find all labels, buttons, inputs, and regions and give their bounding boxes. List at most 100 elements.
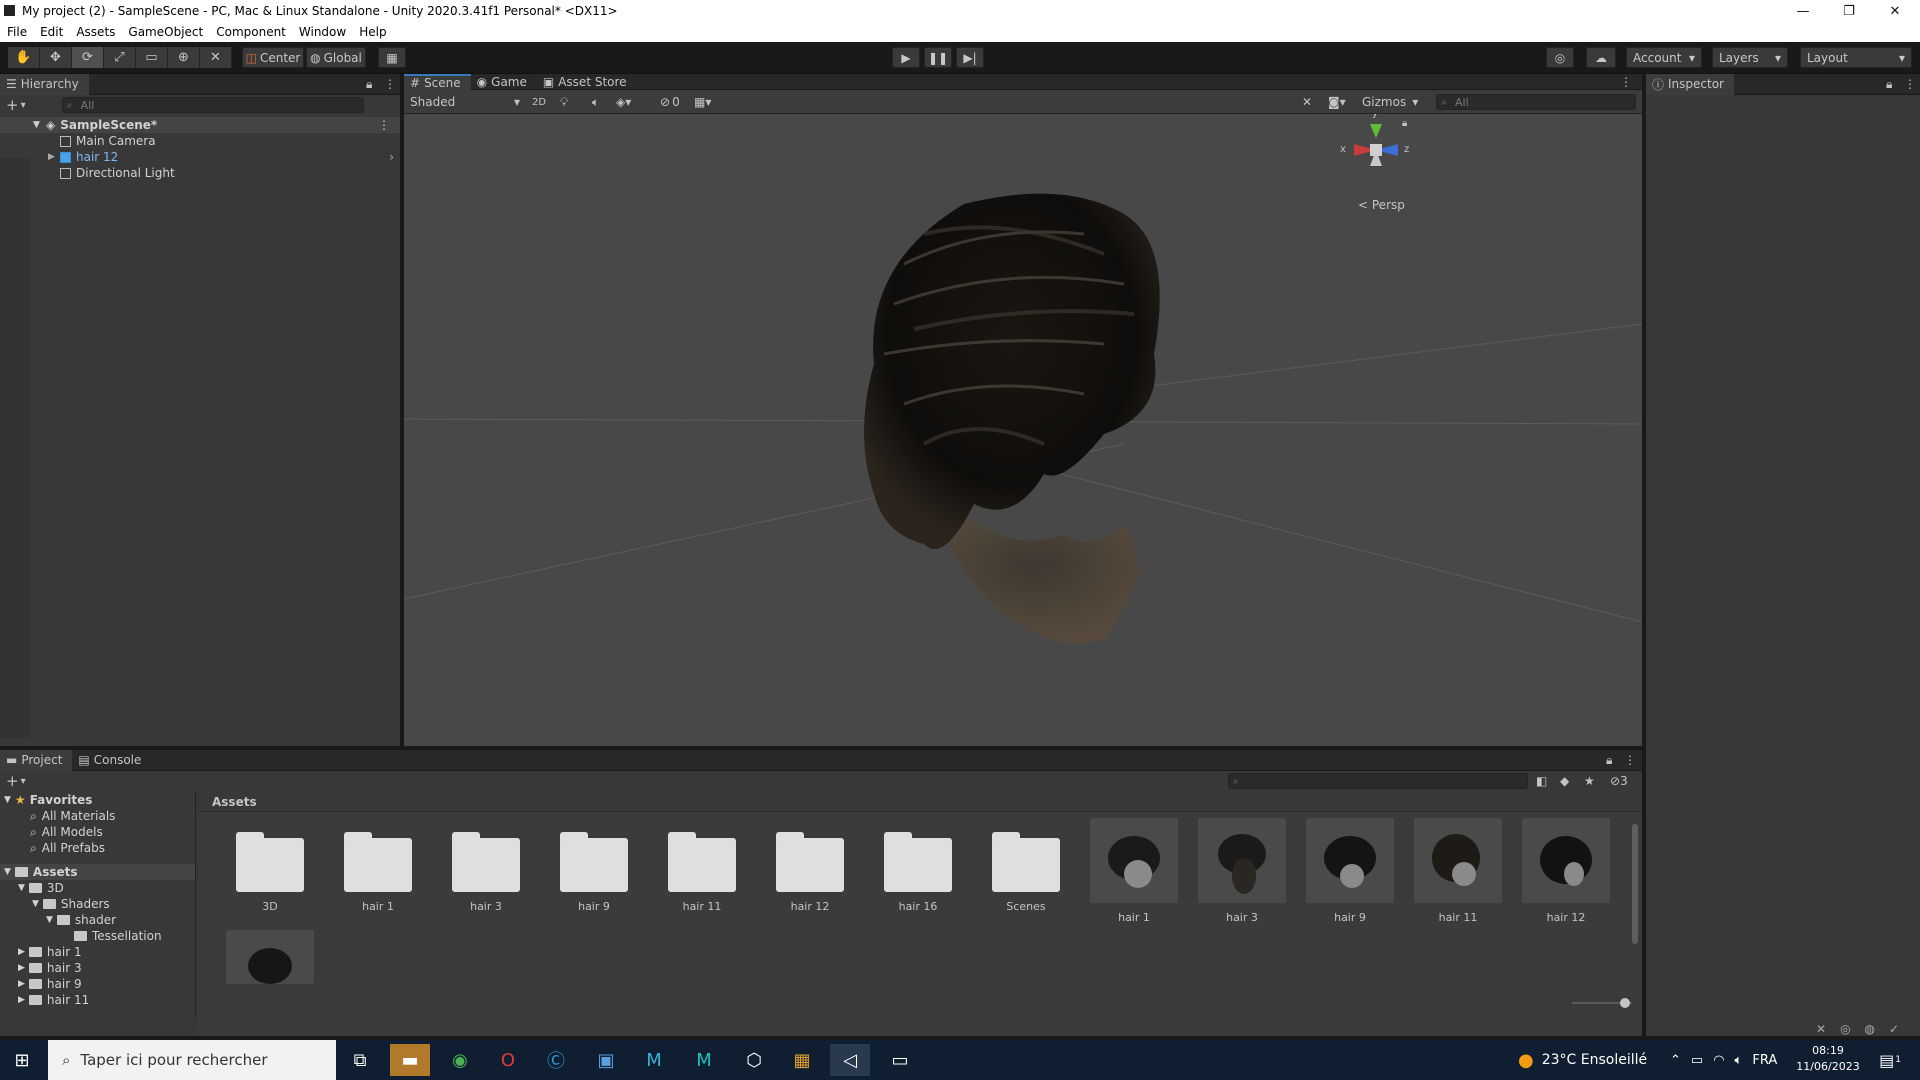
panel-menu-icon[interactable]: ⋮ [1904,77,1916,91]
panel-menu-icon[interactable]: ⋮ [1620,75,1632,89]
scale-tool-icon[interactable]: ⤢ [104,47,136,68]
menu-help[interactable]: Help [359,25,386,39]
layout-dropdown[interactable]: Layout ▾ [1800,47,1912,68]
asset-model[interactable]: hair 12 [1521,818,1611,924]
check-icon[interactable]: ✓ [1889,1022,1899,1036]
create-dropdown-icon[interactable]: ▾ [21,776,26,787]
lock-icon[interactable]: 🔒︎ [1606,753,1612,768]
expand-arrow-icon[interactable]: ▼ [33,120,40,130]
persp-label[interactable]: < Persp [1358,198,1405,212]
play-button[interactable]: ▶ [892,47,920,68]
app-window-icon[interactable]: ▭ [880,1044,920,1076]
gizmos-dropdown[interactable]: Gizmos ▾ [1362,93,1418,111]
asset-model[interactable] [225,930,315,984]
tab-inspector[interactable]: ⓘ Inspector [1646,73,1734,95]
asset-folder[interactable]: hair 16 [873,818,963,924]
zoom-slider-handle[interactable] [1620,998,1630,1008]
tree-folder-tessellation[interactable]: Tessellation [0,928,195,944]
unity-hub-icon[interactable]: ⬡ [734,1044,774,1076]
maximize-button[interactable]: ❐ [1826,0,1872,22]
favorite-item[interactable]: ⌕ All Prefabs [0,840,195,856]
tab-project[interactable]: ▬ Project [0,749,73,771]
project-search-input[interactable]: ⌕ [1228,773,1528,789]
lock-icon[interactable]: 🔒︎ [366,77,372,92]
asset-model[interactable]: hair 9 [1305,818,1395,924]
transform-tool-icon[interactable]: ⊕ [168,47,200,68]
expand-arrow-icon[interactable]: ▼ [4,867,11,877]
expand-arrow-icon[interactable]: ▼ [18,883,25,893]
step-button[interactable]: ▶| [956,47,984,68]
menu-assets[interactable]: Assets [76,25,115,39]
bug-icon[interactable]: ✕ [1816,1022,1826,1036]
hierarchy-search-input[interactable]: ⌕ All [61,97,364,113]
tab-console[interactable]: ▤ Console [72,750,151,771]
weather-widget[interactable]: ● 23°C Ensoleillé [1518,1040,1647,1080]
store-icon[interactable]: ▣ [586,1044,626,1076]
shading-mode-dropdown[interactable]: Shaded ▾ [406,93,524,111]
tools-icon[interactable]: ✕ [1302,93,1312,111]
tab-asset-store[interactable]: ▣ Asset Store [537,74,637,90]
tab-game[interactable]: ◉ Game [471,74,537,90]
expand-arrow-icon[interactable]: ▶ [18,947,25,957]
asset-folder[interactable]: 3D [225,818,315,924]
cyberlink-icon[interactable]: Ⓒ [536,1044,576,1076]
volume-icon[interactable]: 🔈︎ [1735,1053,1743,1068]
asset-model[interactable]: hair 11 [1413,818,1503,924]
create-plus-icon[interactable]: + [6,96,19,114]
expand-arrow-icon[interactable]: ▶ [48,152,55,162]
scene-search-input[interactable]: ⌕ All [1436,94,1636,110]
asset-model[interactable]: hair 3 [1197,818,1287,924]
hierarchy-item-main-camera[interactable]: Main Camera [0,133,400,149]
tree-folder-shader[interactable]: ▼ shader [0,912,195,928]
move-tool-icon[interactable]: ✥ [40,47,72,68]
breadcrumb-assets[interactable]: Assets [212,795,257,809]
menu-file[interactable]: File [7,25,27,39]
expand-arrow-icon[interactable]: ▶ [18,979,25,989]
taskbar-search-input[interactable]: ⌕ Taper ici pour rechercher [48,1040,336,1080]
task-view-icon[interactable]: ⧉ [340,1044,380,1076]
hierarchy-item-hair-12[interactable]: ▶ hair 12 › [0,149,400,165]
create-plus-icon[interactable]: + [6,772,19,790]
panel-menu-icon[interactable]: ⋮ [1624,753,1636,767]
opera-icon[interactable]: O [488,1044,528,1076]
hidden-packages-button[interactable]: ⊘3 [1610,774,1628,788]
favorite-item[interactable]: ⌕ All Materials [0,808,195,824]
rect-tool-icon[interactable]: ▭ [136,47,168,68]
tree-folder-hair-3[interactable]: ▶ hair 3 [0,960,195,976]
expand-arrow-icon[interactable]: ▶ [18,995,25,1005]
assets-root[interactable]: ▼ Assets [0,864,195,880]
scene-row[interactable]: ▼ ◈ SampleScene* ⋮ [0,117,400,133]
filter-type-icon[interactable]: ◧ [1536,774,1547,788]
minimize-button[interactable]: — [1780,0,1826,22]
lock-icon[interactable]: 🔒︎ [1402,118,1407,129]
favorite-star-icon[interactable]: ★ [1584,774,1595,788]
menu-window[interactable]: Window [299,25,346,39]
camera-settings-icon[interactable]: ◙▾ [1328,93,1346,111]
menu-component[interactable]: Component [216,25,286,39]
account-dropdown[interactable]: Account ▾ [1626,47,1702,68]
menu-gameobject[interactable]: GameObject [128,25,203,39]
battery-icon[interactable]: ▭ [1691,1053,1703,1068]
clock[interactable]: 08:19 11/06/2023 [1796,1044,1860,1073]
windows-start-icon[interactable]: ⊞ [2,1044,42,1076]
chevron-up-icon[interactable]: ⌃ [1670,1053,1681,1068]
hand-tool-icon[interactable]: ✋ [8,47,40,68]
hidden-objects-button[interactable]: ⊘ 0 [660,93,680,111]
collab-button[interactable]: ◎ [1546,47,1574,68]
pivot-center-button[interactable]: ◫ Center [242,47,304,68]
effects-toggle-icon[interactable]: ◈▾ [616,93,631,111]
space-global-button[interactable]: ◍ Global [306,47,366,68]
tree-folder-hair-11[interactable]: ▶ hair 11 [0,992,195,1008]
lock-icon[interactable]: 🔒︎ [1886,77,1892,92]
notification-icon[interactable]: ▤ 1 [1870,1044,1910,1076]
lighting-toggle-icon[interactable]: 💡︎ [560,93,568,111]
file-explorer-icon[interactable]: ▬ [390,1044,430,1076]
maya-icon[interactable]: M [634,1044,674,1076]
custom-tool-icon[interactable]: ✕ [200,47,232,68]
progress-icon[interactable]: ◍ [1865,1022,1875,1036]
auto-generate-icon[interactable]: ◎ [1840,1022,1850,1036]
rotate-tool-icon[interactable]: ⟳ [72,47,104,68]
scene-menu-icon[interactable]: ⋮ [378,118,390,132]
tree-folder-hair-9[interactable]: ▶ hair 9 [0,976,195,992]
audio-toggle-icon[interactable]: 🔈︎ [592,93,599,111]
